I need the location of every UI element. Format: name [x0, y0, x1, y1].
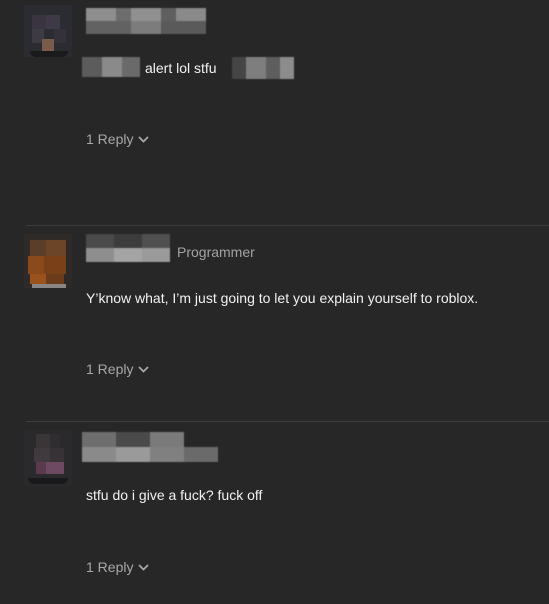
comment-text: alert lol stfu [145, 60, 217, 76]
reply-count-label: 1 Reply [86, 131, 134, 147]
mention-redacted [82, 57, 140, 77]
username-redacted[interactable] [86, 234, 170, 262]
username-redacted[interactable] [82, 432, 218, 462]
replies-toggle[interactable]: 1 Reply [86, 131, 150, 147]
emoji-redacted [232, 57, 294, 79]
replies-toggle[interactable]: 1 Reply [86, 361, 150, 377]
divider [26, 421, 549, 422]
user-role: Programmer [177, 244, 255, 260]
chevron-down-icon [138, 563, 150, 571]
avatar[interactable] [24, 234, 72, 288]
chevron-down-icon [138, 135, 150, 143]
comment-text: stfu do i give a fuck? fuck off [86, 487, 263, 503]
avatar[interactable] [24, 430, 72, 486]
replies-toggle[interactable]: 1 Reply [86, 559, 150, 575]
comment-text: Y’know what, I’m just going to let you e… [86, 290, 479, 306]
chevron-down-icon [138, 365, 150, 373]
username-redacted[interactable] [86, 8, 206, 34]
avatar[interactable] [24, 5, 72, 57]
reply-count-label: 1 Reply [86, 361, 134, 377]
reply-count-label: 1 Reply [86, 559, 134, 575]
divider [26, 225, 549, 226]
